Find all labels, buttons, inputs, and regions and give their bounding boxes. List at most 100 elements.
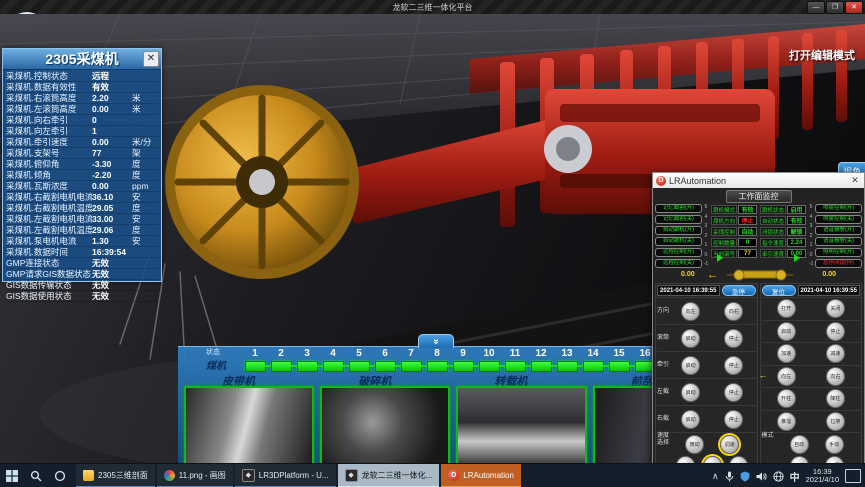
selection-arrow-icon: ← [759, 370, 768, 380]
maximize-button[interactable]: ❐ [826, 1, 844, 14]
support-status-block [583, 361, 604, 372]
speaker-icon[interactable] [756, 471, 767, 482]
round-button[interactable]: 微动 [685, 435, 704, 454]
row-value: 无效 [92, 290, 132, 302]
auto-left-button-2[interactable]: 自动跟机(开) [655, 226, 702, 235]
support-number: 12 [535, 348, 546, 361]
round-button[interactable]: 停止 [826, 322, 845, 341]
control-row: 打开 关闭 [762, 297, 861, 320]
status-value: 启用 [787, 205, 806, 214]
round-button[interactable]: 向左 [681, 302, 700, 321]
minimize-button[interactable]: — [807, 1, 825, 14]
round-button[interactable]: 启动 [777, 322, 796, 341]
auto-right-button-3[interactable]: 语音报警(关) [815, 237, 862, 246]
ruler-tick: -1 [809, 262, 813, 267]
auto-left-button-1[interactable]: 记忆截割(关) [655, 215, 702, 224]
network-globe-icon[interactable] [773, 471, 784, 482]
round-button[interactable]: 停止 [724, 329, 743, 348]
round-button[interactable]: 停止 [724, 383, 743, 402]
auto-right-button-2[interactable]: 语音报警(开) [815, 226, 862, 235]
auto-left-button-0[interactable]: 记忆截割(开) [655, 204, 702, 213]
camera-thumbnail[interactable] [184, 386, 314, 466]
round-button[interactable]: 停止 [724, 356, 743, 375]
tray-caret-icon[interactable]: ∧ [712, 471, 719, 482]
reset-pill-button[interactable]: 复位 [762, 285, 796, 296]
status-label: 闭锁状态 [760, 227, 786, 236]
control-row-label: 左截 [657, 389, 669, 396]
round-button[interactable]: 启动 [681, 329, 700, 348]
taskbar-button-3[interactable]: ◆龙软二三维一体化... [338, 464, 440, 487]
notification-center-icon[interactable] [845, 469, 861, 483]
taskbar-button-2[interactable]: ◆LR3DPlatform - U... [235, 464, 336, 487]
round-button[interactable]: 启动 [681, 356, 700, 375]
round-button[interactable]: 推溜 [777, 412, 796, 431]
system-tray: ∧ 中 16:39 2021/4/10 [712, 464, 865, 487]
support-cell: 2 [268, 348, 294, 372]
row-label: GIS数据使用状态 [6, 290, 92, 302]
auto-left-button-5[interactable]: 远程控制(关) [655, 259, 702, 268]
round-button[interactable]: 启动 [681, 410, 700, 429]
round-button[interactable]: 启动 [681, 383, 700, 402]
row-value: 0 [92, 115, 132, 125]
ruler-left: 543210-1 [702, 204, 710, 268]
row-value: 2.20 [92, 93, 132, 103]
camera-thumbnail[interactable] [320, 386, 450, 466]
round-button[interactable]: 降柱 [826, 389, 845, 408]
status-value: 0 [738, 238, 757, 247]
auto-right-button-5[interactable]: 急停闭锁(停) [815, 259, 862, 268]
round-button[interactable]: 加速 [777, 344, 796, 363]
defender-shield-icon[interactable] [740, 471, 750, 482]
auto-right-button-4[interactable]: 照明控制(开) [815, 248, 862, 257]
round-button[interactable]: 关闭 [826, 299, 845, 318]
estop-pill-button[interactable]: 急停 [722, 285, 756, 296]
support-status-block [401, 361, 422, 372]
round-button[interactable]: 拉架 [826, 412, 845, 431]
row-value: 16:39:54 [92, 247, 132, 257]
ime-indicator[interactable]: 中 [790, 469, 800, 484]
close-button[interactable]: ✕ [845, 1, 863, 14]
edit-mode-label[interactable]: 打开编辑模式 [789, 47, 855, 63]
taskbar-button-1[interactable]: 11.png - 画图 [157, 464, 233, 487]
ruler-tick: 5 [810, 205, 813, 210]
microphone-icon[interactable] [725, 471, 734, 482]
timestamp-left: 2021-04-10 16:39:55 [657, 285, 720, 296]
auto-left-button-4[interactable]: 远程控制(开) [655, 248, 702, 257]
round-button[interactable]: 向左 [777, 367, 796, 386]
control-row: 左截 启动 停止 [657, 378, 756, 405]
search-icon[interactable] [24, 464, 48, 487]
automation-window: D LRAutomation ✕ 工作面监控 记忆截割(开)记忆截割(关)自动跟… [652, 172, 865, 466]
support-status-block [375, 361, 396, 372]
automation-titlebar[interactable]: D LRAutomation ✕ [653, 173, 864, 188]
support-cell: 1 [242, 348, 268, 372]
start-button[interactable] [0, 464, 24, 487]
auto-left-button-3[interactable]: 自动跟机(关) [655, 237, 702, 246]
strip-collapse-tab[interactable]: » [418, 334, 454, 348]
support-number: 11 [510, 348, 521, 361]
round-button[interactable]: 打开 [777, 299, 796, 318]
camera-thumbnail[interactable] [456, 386, 586, 466]
tray-clock[interactable]: 16:39 2021/4/10 [806, 468, 839, 484]
auto-right-button-0[interactable]: 喷雾控制(开) [815, 204, 862, 213]
support-status-block [271, 361, 292, 372]
support-number: 13 [561, 348, 572, 361]
ruler-tick: -1 [704, 262, 708, 267]
taskbar-button-4[interactable]: DLRAutomation [441, 464, 521, 487]
cortana-icon[interactable] [48, 464, 72, 487]
round-button[interactable]: 自动 [790, 435, 809, 454]
automation-close-icon[interactable]: ✕ [849, 175, 861, 186]
status-label: 采煤控制 [711, 227, 737, 236]
taskbar-button-0[interactable]: 2305三维剖面 [76, 464, 155, 487]
round-button[interactable]: 向右 [724, 302, 743, 321]
taskbar-button-label: LR3DPlatform - U... [259, 471, 329, 480]
round-button[interactable]: 停止 [724, 410, 743, 429]
round-button[interactable]: 手动 [825, 435, 844, 454]
round-button[interactable]: 升柱 [777, 389, 796, 408]
round-button[interactable]: 调速 [720, 435, 739, 454]
row-unit: 度 [132, 169, 158, 181]
ruler-tick: 3 [705, 224, 708, 229]
round-button[interactable]: 向右 [826, 367, 845, 386]
auto-right-button-1[interactable]: 喷雾控制(关) [815, 215, 862, 224]
panel-close-icon[interactable]: ✕ [143, 51, 159, 67]
round-button[interactable]: 减速 [826, 344, 845, 363]
shearer-panel-header: 2305采煤机 ✕ [3, 49, 161, 70]
